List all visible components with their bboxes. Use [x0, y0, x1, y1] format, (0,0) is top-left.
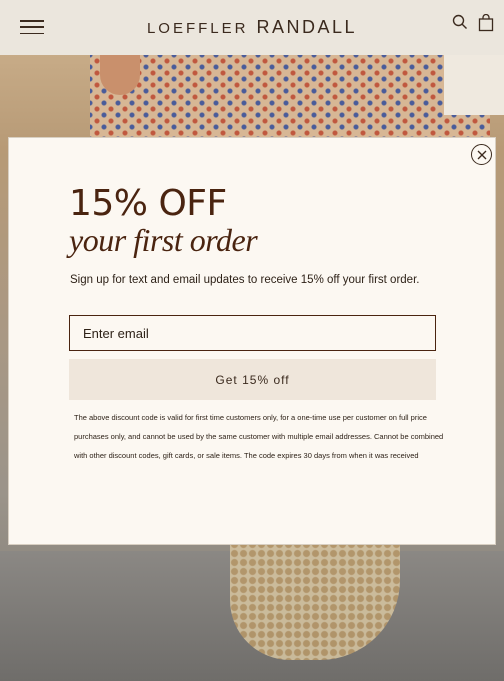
- brand-logo-first: LOEFFLER: [146, 20, 249, 37]
- search-icon[interactable]: [452, 14, 470, 32]
- email-field[interactable]: [69, 315, 436, 351]
- close-icon[interactable]: [471, 144, 492, 165]
- brand-logo-second: RANDALL: [256, 17, 358, 37]
- popup-description: Sign up for text and email updates to re…: [70, 274, 420, 286]
- popup-subheadline: your first order: [69, 222, 258, 258]
- discount-popup: 15% OFF your first order Sign up for tex…: [8, 137, 496, 545]
- hand-shape: [100, 55, 140, 95]
- site-header: LOEFFLER RANDALL: [0, 0, 504, 55]
- popup-headline: 15% OFF: [69, 183, 227, 224]
- get-discount-button[interactable]: Get 15% off: [69, 359, 436, 400]
- hero-background-panel: [444, 55, 504, 115]
- brand-logo[interactable]: LOEFFLER RANDALL: [0, 17, 504, 38]
- discount-disclaimer: The above discount code is valid for fir…: [74, 413, 444, 460]
- shopping-bag-icon[interactable]: [478, 13, 496, 32]
- dress-pattern: [90, 55, 490, 145]
